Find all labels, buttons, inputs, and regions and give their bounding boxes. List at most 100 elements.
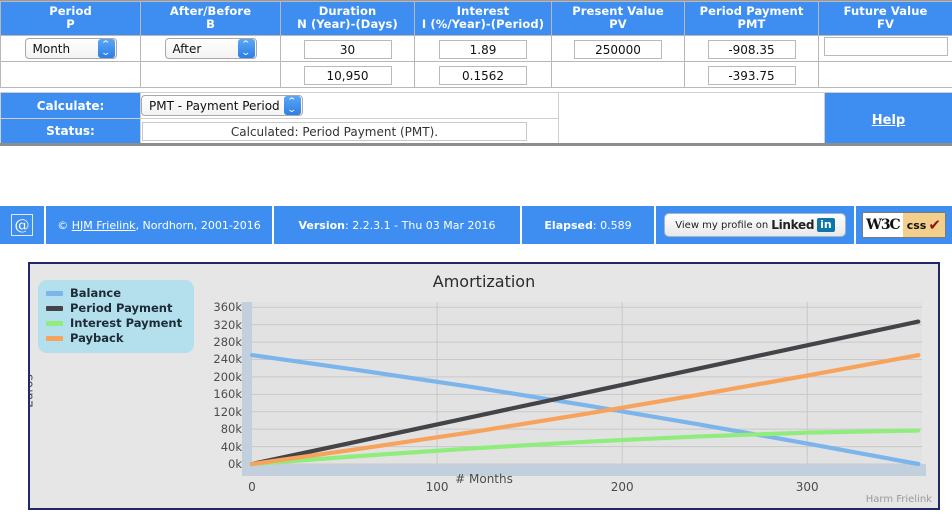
chevron-updown-icon: ⌃ ⌄	[237, 39, 255, 59]
footer-bar: @ © HJM Frielink, Nordhorn, 2001-2016 Ve…	[0, 206, 952, 244]
legend-swatch-period-payment	[46, 306, 63, 311]
chart-legend[interactable]: Balance Period Payment Interest Payment …	[38, 280, 195, 353]
footer-version: Version: 2.2.3.1 - Thu 03 Mar 2016	[274, 206, 522, 244]
y-tick-label: 240k	[213, 352, 242, 367]
y-tick-label: 160k	[213, 387, 242, 402]
after-before-select[interactable]: After ⌃ ⌄	[164, 38, 257, 60]
col-sub: B	[206, 17, 215, 31]
elapsed-value: 0.589	[600, 218, 632, 232]
version-value: 2.2.3.1 - Thu 03 Mar 2016	[352, 218, 496, 232]
at-icon: @	[11, 214, 33, 236]
control-panel: Calculate: PMT - Payment Period ⌃ ⌄ Help …	[0, 92, 952, 146]
help-cell[interactable]: Help	[824, 92, 952, 145]
y-tick-label: 40k	[220, 439, 242, 454]
cell-after-before: After ⌃ ⌄	[140, 35, 281, 62]
col-sub: N (Year)-(Days)	[297, 17, 398, 31]
cell-future-value-secondary	[818, 61, 952, 88]
y-tick-label: 280k	[213, 335, 242, 350]
linkedin-profile-button[interactable]: View my profile on Linked in	[664, 213, 846, 237]
help-link[interactable]: Help	[872, 113, 905, 128]
status-label: Status:	[0, 118, 141, 145]
after-before-select-value: After	[172, 41, 202, 56]
col-header-present-value: Present Value PV	[551, 1, 685, 36]
calculator-table: Period P After/Before B Duration N (Year…	[0, 1, 952, 88]
future-value-input[interactable]	[823, 37, 948, 56]
legend-item-period-payment[interactable]: Period Payment	[46, 301, 182, 316]
duration-years-input[interactable]: 30	[303, 39, 392, 59]
chart-y-axis-label: Euros	[28, 374, 36, 408]
y-tick-label: 0k	[228, 457, 242, 471]
col-header-period: Period P	[0, 1, 141, 36]
cell-period-payment-secondary: -393.75	[684, 61, 819, 88]
calculate-select-value: PMT - Payment Period	[149, 98, 280, 113]
calculate-row: Calculate: PMT - Payment Period ⌃ ⌄ Help	[0, 92, 952, 145]
cell-period-secondary	[0, 61, 141, 88]
version-label: Version	[298, 218, 345, 232]
col-header-future-value: Future Value FV	[818, 1, 952, 36]
cell-present-value: 250000	[551, 35, 685, 62]
status-value: Calculated: Period Payment (PMT).	[142, 121, 527, 141]
col-header-period-payment: Period Payment PMT	[684, 1, 819, 36]
y-tick-label: 80k	[220, 422, 242, 437]
col-header-after-before: After/Before B	[140, 1, 281, 36]
legend-item-payback[interactable]: Payback	[46, 331, 182, 346]
x-tick-label: 300	[795, 480, 819, 494]
col-sub: PMT	[737, 17, 766, 31]
interest-year-input[interactable]: 1.89	[439, 39, 527, 59]
col-sub: PV	[609, 17, 627, 31]
footer-elapsed: Elapsed: 0.589	[522, 206, 656, 244]
table-header-row: Period P After/Before B Duration N (Year…	[0, 1, 952, 36]
legend-swatch-payback	[46, 336, 63, 341]
legend-item-balance[interactable]: Balance	[46, 286, 182, 301]
calculate-label: Calculate:	[0, 92, 141, 119]
legend-swatch-interest-payment	[46, 321, 63, 326]
w3c-css-text: css	[906, 218, 927, 232]
linkedin-brand-text: Linked	[771, 218, 815, 232]
cell-future-value	[818, 35, 952, 62]
y-tick-label: 200k	[213, 369, 242, 384]
col-sub: I (%/Year)-(Period)	[421, 17, 545, 31]
w3c-badge-left: W3C	[863, 213, 903, 237]
period-select-value: Month	[32, 41, 71, 56]
author-link[interactable]: HJM Frielink	[72, 219, 136, 232]
amortization-chart-panel: Amortization Euros # Months Harm Frielin…	[28, 262, 940, 510]
duration-days-input[interactable]: 10,950	[303, 65, 392, 85]
x-tick-label: 200	[610, 480, 634, 494]
period-payment-secondary-input[interactable]: -393.75	[707, 65, 796, 85]
y-tick-label: 360k	[213, 300, 242, 315]
footer-copyright: © HJM Frielink, Nordhorn, 2001-2016	[46, 206, 274, 244]
present-value-input[interactable]: 250000	[574, 39, 662, 59]
chart-watermark: Harm Frielink	[865, 494, 932, 505]
control-spacer	[558, 92, 825, 145]
cell-duration-days: 10,950	[280, 61, 415, 88]
legend-item-interest-payment[interactable]: Interest Payment	[46, 316, 182, 331]
footer-linkedin: View my profile on Linked in	[656, 206, 856, 244]
cell-interest-year: 1.89	[414, 35, 552, 62]
chevron-updown-icon: ⌃ ⌄	[283, 96, 301, 116]
page-root: Period P After/Before B Duration N (Year…	[0, 0, 952, 524]
cell-interest-period: 0.1562	[414, 61, 552, 88]
period-select[interactable]: Month ⌃ ⌄	[24, 38, 117, 60]
calculate-field-cell: PMT - Payment Period ⌃ ⌄	[140, 92, 559, 119]
col-header-duration: Duration N (Year)-(Days)	[280, 1, 415, 36]
interest-period-input[interactable]: 0.1562	[439, 65, 527, 85]
chevron-updown-icon: ⌃ ⌄	[97, 39, 115, 59]
legend-label: Balance	[70, 286, 122, 300]
legend-label: Interest Payment	[70, 316, 183, 330]
legend-label: Period Payment	[70, 301, 173, 315]
footer-w3c: W3C css ✔	[856, 206, 952, 244]
cell-period-payment: -908.35	[684, 35, 819, 62]
calculator-table-wrapper: Period P After/Before B Duration N (Year…	[0, 0, 952, 88]
table-row: 10,950 0.1562 -393.75	[0, 61, 952, 88]
cell-after-before-secondary	[140, 61, 281, 88]
w3c-badge-right: css ✔	[902, 213, 945, 237]
calculate-select[interactable]: PMT - Payment Period ⌃ ⌄	[141, 95, 303, 117]
w3c-css-badge[interactable]: W3C css ✔	[862, 212, 946, 238]
elapsed-label: Elapsed	[544, 218, 593, 232]
cell-period: Month ⌃ ⌄	[0, 35, 141, 62]
period-payment-input[interactable]: -908.35	[707, 39, 796, 59]
cell-present-value-secondary	[551, 61, 685, 88]
col-sub: P	[66, 17, 75, 31]
col-header-interest: Interest I (%/Year)-(Period)	[414, 1, 552, 36]
col-sub: FV	[877, 17, 894, 31]
